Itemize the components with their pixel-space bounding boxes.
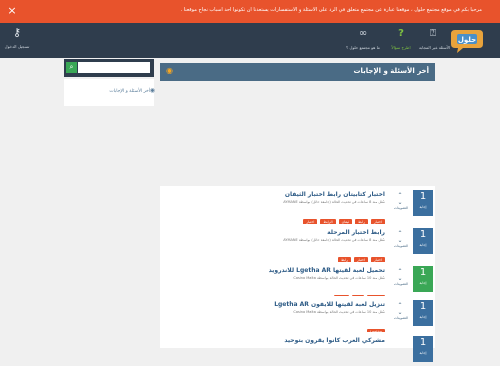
notice-text: مرحبا بكم في موقع مجتمع حلول ، موقعنا عب…: [180, 7, 482, 13]
login-label: تسجيل الدخول: [4, 44, 30, 49]
votes-label: التصويتات: [393, 316, 409, 320]
question-item: 1 إجابة ⌃ ⌄ التصويتات تحميل لعبة لقيتها L…: [160, 262, 435, 302]
question-mark-icon: ?: [398, 28, 404, 39]
page-title: أخر الأسئلة و الإجابات: [353, 67, 430, 75]
question-item: 1 إجابة ⌃ ⌄ التصويتات رابط اختبار المرحلة…: [160, 224, 435, 264]
nav-unanswered-label: الأسئلة غير المجابة: [419, 45, 451, 50]
search-button[interactable]: ⌕: [66, 62, 77, 73]
question-circle-icon: ⍰: [430, 28, 436, 39]
page-title-bar: ◉ أخر الأسئلة و الإجابات: [160, 63, 435, 81]
answer-count-badge: 1 إجابة: [413, 228, 433, 254]
answer-count-badge: 1 إجابة: [413, 300, 433, 326]
answer-count-badge: 1 إجابة: [413, 190, 433, 216]
question-item: 1 إجابة ⌃ ⌄ التصويتات تنزيل لعبة لقيتها ل…: [160, 296, 435, 336]
question-meta: سُئل منذ 8 ساعات في تحديث الحالة (جامعة …: [283, 200, 385, 204]
votes-label: التصويتات: [393, 206, 409, 210]
question-title[interactable]: اختبار كتابيتان رابط اختبار الثيفان: [285, 191, 385, 198]
site-logo[interactable]: حلول: [449, 26, 485, 54]
sidebar-feed-panel: ◉ أخر الأسئلة و الإجابات: [64, 79, 155, 106]
top-navigation-bar: ⚷ تسجيل الدخول ∞ ما هو مجتمع حلول ؟ ? اط…: [0, 23, 500, 58]
logo-text: حلول: [458, 36, 476, 44]
sidebar-feed-link[interactable]: أخر الأسئلة و الإجابات: [109, 89, 150, 94]
nav-about-label: ما هو مجتمع حلول ؟: [346, 45, 380, 50]
infinity-icon: ∞: [358, 28, 368, 39]
login-button[interactable]: ⚷ تسجيل الدخول: [4, 25, 30, 55]
vote-arrows-icon[interactable]: ⌃ ⌄: [395, 302, 405, 316]
key-icon: ⚷: [12, 26, 22, 39]
question-meta: سُئل منذ 10 ساعات في تحديث الحالة بواسطة…: [293, 276, 385, 280]
question-tags: Lgetha: [364, 318, 385, 336]
question-stats: 1 إجابة: [391, 336, 433, 366]
vote-arrows-icon[interactable]: ⌃ ⌄: [395, 230, 405, 244]
question-meta: سُئل منذ 8 ساعات في تحديث الحالة (جامعة …: [283, 238, 385, 242]
question-tags: اختباررابطثيفانالرابطاختبار: [300, 208, 385, 226]
question-item: 1 إجابة مشركي العرب كانوا يقرون بتوحيد: [160, 332, 435, 362]
nav-unanswered[interactable]: ⍰ الأسئلة غير المجابة: [419, 27, 451, 55]
question-tags: Lgethaلعبةتحميل: [331, 284, 385, 302]
votes-label: التصويتات: [393, 282, 409, 286]
question-title[interactable]: تنزيل لعبة لقيتها للايفون Lgetha AR: [274, 301, 385, 308]
rss-icon: ◉: [149, 87, 155, 94]
search-input[interactable]: [78, 62, 150, 73]
votes-label: التصويتات: [393, 244, 409, 248]
question-meta: سُئل منذ 10 ساعات في تحديث الحالة بواسطة…: [293, 310, 385, 314]
question-stats: 1 إجابة ⌃ ⌄ التصويتات: [391, 266, 433, 296]
question-title[interactable]: مشركي العرب كانوا يقرون بتوحيد: [284, 337, 385, 344]
rss-icon[interactable]: ◉: [166, 66, 175, 75]
close-icon[interactable]: ×: [5, 4, 19, 18]
vote-arrows-icon[interactable]: ⌃ ⌄: [395, 192, 405, 206]
notice-banner: × مرحبا بكم في موقع مجتمع حلول ، موقعنا …: [0, 0, 500, 23]
question-title[interactable]: تحميل لعبة لقيتها Lgetha AR للاندرويد: [269, 267, 385, 274]
question-stats: 1 إجابة ⌃ ⌄ التصويتات: [391, 190, 433, 220]
search-bar: ⌕: [64, 59, 154, 77]
nav-ask-question[interactable]: ? اطرح سؤالاً: [384, 27, 418, 55]
question-stats: 1 إجابة ⌃ ⌄ التصويتات: [391, 228, 433, 258]
nav-ask-label: اطرح سؤالاً: [391, 45, 411, 50]
question-tags: اختباراختباررابط: [335, 246, 385, 264]
answer-count-badge: 1 إجابة: [413, 266, 433, 292]
nav-about[interactable]: ∞ ما هو مجتمع حلول ؟: [344, 27, 382, 55]
vote-arrows-icon[interactable]: ⌃ ⌄: [395, 268, 405, 282]
answer-count-badge: 1 إجابة: [413, 336, 433, 362]
question-title[interactable]: رابط اختبار المرحلة: [327, 229, 385, 236]
question-stats: 1 إجابة ⌃ ⌄ التصويتات: [391, 300, 433, 330]
question-item: 1 إجابة ⌃ ⌄ التصويتات اختبار كتابيتان راب…: [160, 186, 435, 226]
